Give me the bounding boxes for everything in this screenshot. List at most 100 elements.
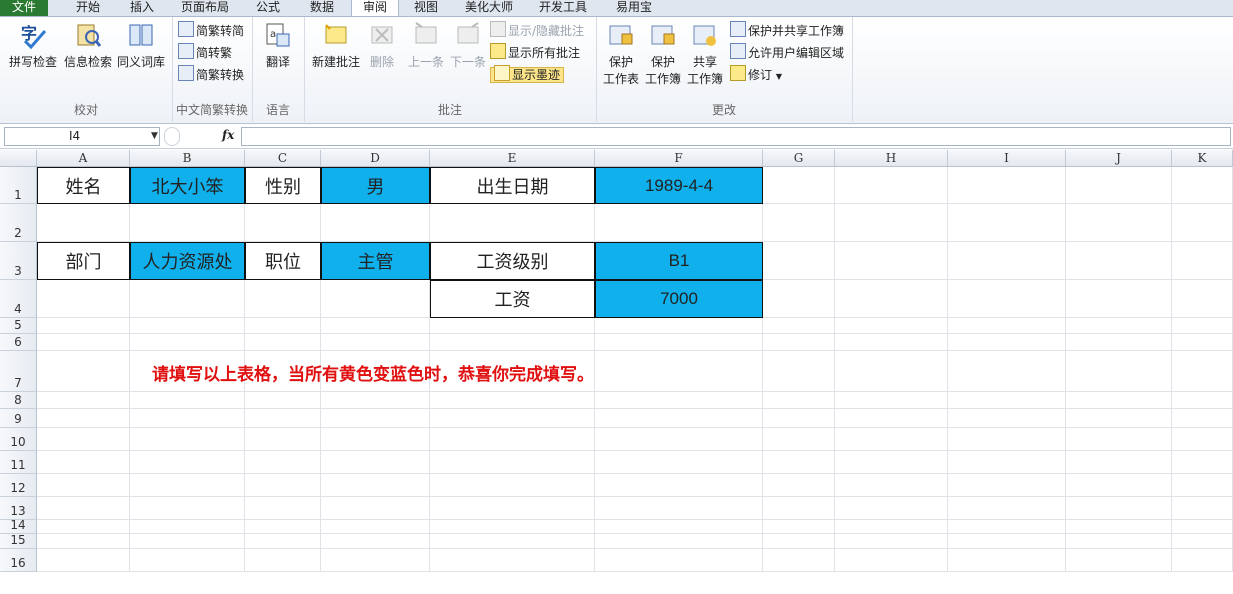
row-header-2[interactable]: 2 [0,204,37,242]
cell-h1[interactable] [835,167,948,204]
tab-page-layout[interactable]: 页面布局 [172,0,238,16]
cell-b5[interactable] [130,318,245,334]
cell-e4[interactable]: 工资 [430,280,595,318]
row-header-11[interactable]: 11 [0,451,37,474]
cell-g4[interactable] [763,280,835,318]
cell-h9[interactable] [835,409,948,428]
cell-e16[interactable] [430,549,595,572]
cell-h11[interactable] [835,451,948,474]
chinese-convert-button[interactable]: 简繁转换 [178,65,244,85]
tab-developer[interactable]: 开发工具 [530,0,596,16]
protect-share-button[interactable]: 保护并共享工作簿 [730,21,844,41]
cell-k16[interactable] [1172,549,1233,572]
cell-b13[interactable] [130,497,245,520]
cell-k12[interactable] [1172,474,1233,497]
cell-a13[interactable] [37,497,130,520]
cell-i8[interactable] [948,392,1066,409]
cell-j9[interactable] [1066,409,1172,428]
cell-h15[interactable] [835,534,948,549]
cell-b4[interactable] [130,280,245,318]
cell-k13[interactable] [1172,497,1233,520]
expand-formula-icon[interactable] [164,127,180,146]
cell-j6[interactable] [1066,334,1172,351]
cell-k1[interactable] [1172,167,1233,204]
cell-e2[interactable] [430,204,595,242]
protect-workbook-button[interactable]: 保护 工作簿 [642,21,684,87]
show-all-comments-button[interactable]: 显示所有批注 [490,43,580,63]
cell-j2[interactable] [1066,204,1172,242]
row-header-3[interactable]: 3 [0,242,37,280]
cell-g1[interactable] [763,167,835,204]
cell-c16[interactable] [245,549,321,572]
cell-c12[interactable] [245,474,321,497]
cell-k11[interactable] [1172,451,1233,474]
allow-edit-ranges-button[interactable]: 允许用户编辑区域 [730,43,844,63]
cell-k5[interactable] [1172,318,1233,334]
cell-c15[interactable] [245,534,321,549]
cell-a4[interactable] [37,280,130,318]
cell-a11[interactable] [37,451,130,474]
cell-f6[interactable] [595,334,763,351]
next-comment-button[interactable]: 下一条 [448,21,488,70]
cell-e9[interactable] [430,409,595,428]
cell-i7[interactable] [948,351,1066,392]
show-hide-comment-button[interactable]: 显示/隐藏批注 [490,21,584,41]
row-header-13[interactable]: 13 [0,497,37,520]
cell-k15[interactable] [1172,534,1233,549]
cell-j5[interactable] [1066,318,1172,334]
tab-beautify[interactable]: 美化大师 [456,0,522,16]
cell-c9[interactable] [245,409,321,428]
cell-d5[interactable] [321,318,430,334]
cell-d3[interactable]: 主管 [321,242,430,280]
cell-b15[interactable] [130,534,245,549]
cell-d4[interactable] [321,280,430,318]
tab-formulas[interactable]: 公式 [244,0,292,16]
cell-c1[interactable]: 性别 [245,167,321,204]
column-header-i[interactable]: I [948,150,1066,167]
cell-f9[interactable] [595,409,763,428]
cell-e15[interactable] [430,534,595,549]
column-header-h[interactable]: H [835,150,948,167]
cell-f5[interactable] [595,318,763,334]
cell-d1[interactable]: 男 [321,167,430,204]
cell-c5[interactable] [245,318,321,334]
cell-a8[interactable] [37,392,130,409]
translate-button[interactable]: a 翻译 [254,21,302,70]
cell-e8[interactable] [430,392,595,409]
column-header-g[interactable]: G [763,150,835,167]
cell-g9[interactable] [763,409,835,428]
tab-insert[interactable]: 插入 [118,0,166,16]
cell-e6[interactable] [430,334,595,351]
cell-h12[interactable] [835,474,948,497]
cell-k14[interactable] [1172,520,1233,534]
cell-f11[interactable] [595,451,763,474]
cell-f12[interactable] [595,474,763,497]
cell-d10[interactable] [321,428,430,451]
cell-a9[interactable] [37,409,130,428]
cell-g2[interactable] [763,204,835,242]
column-header-f[interactable]: F [595,150,763,167]
cell-h16[interactable] [835,549,948,572]
cell-f8[interactable] [595,392,763,409]
name-box-dropdown-icon[interactable]: ▼ [151,128,158,145]
tab-data[interactable]: 数据 [298,0,346,16]
tab-home[interactable]: 开始 [64,0,112,16]
cell-c2[interactable] [245,204,321,242]
select-all-corner[interactable] [0,150,37,167]
cell-d8[interactable] [321,392,430,409]
tab-review[interactable]: 审阅 [351,0,399,16]
column-header-a[interactable]: A [37,150,130,167]
cell-c10[interactable] [245,428,321,451]
cell-j8[interactable] [1066,392,1172,409]
cell-j16[interactable] [1066,549,1172,572]
previous-comment-button[interactable]: 上一条 [404,21,448,70]
cell-d9[interactable] [321,409,430,428]
cell-h10[interactable] [835,428,948,451]
cell-g8[interactable] [763,392,835,409]
cell-a12[interactable] [37,474,130,497]
row-header-5[interactable]: 5 [0,318,37,334]
cell-b2[interactable] [130,204,245,242]
cell-i4[interactable] [948,280,1066,318]
column-header-e[interactable]: E [430,150,595,167]
cell-f7[interactable] [595,351,763,392]
